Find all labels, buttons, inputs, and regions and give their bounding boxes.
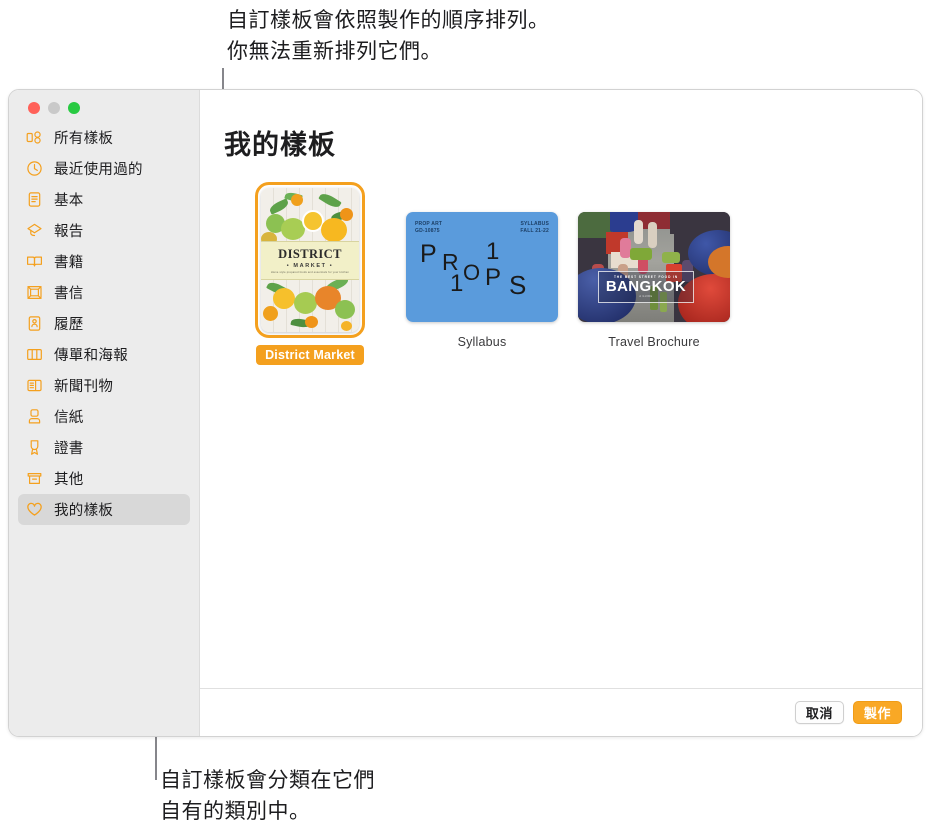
- main-content: 我的樣板 DISTRICT • MARKET • Home style prep…: [200, 90, 922, 736]
- sidebar-item-reports[interactable]: 報告: [18, 215, 190, 246]
- all-templates-icon: [26, 129, 43, 146]
- template-grid: DISTRICT • MARKET • Home style prepared …: [224, 182, 922, 365]
- fruit: [341, 321, 352, 331]
- newsletter-icon: [26, 377, 43, 394]
- sidebar-item-label: 傳單和海報: [54, 348, 128, 364]
- certificate-icon: [26, 439, 43, 456]
- sidebar-item-flyers-posters[interactable]: 傳單和海報: [18, 339, 190, 370]
- template-name-label: District Market: [256, 345, 364, 365]
- person: [648, 222, 657, 248]
- sidebar-item-basic[interactable]: 基本: [18, 184, 190, 215]
- sidebar-item-my-templates[interactable]: 我的樣板: [18, 494, 190, 525]
- banner-tagline: Home style prepared foods and essentials…: [270, 271, 350, 274]
- syllabus-digit: 1: [486, 238, 500, 265]
- syllabus-digit: 1: [450, 270, 464, 297]
- sidebar-item-label: 書籍: [54, 255, 84, 271]
- stationery-icon: [26, 408, 43, 425]
- sidebar-item-books[interactable]: 書籍: [18, 246, 190, 277]
- fruit: [340, 208, 353, 221]
- letter-icon: [26, 284, 43, 301]
- cancel-button[interactable]: 取消: [795, 701, 844, 724]
- fruit: [321, 218, 347, 242]
- sidebar-item-recent[interactable]: 最近使用過的: [18, 153, 190, 184]
- brochure-city: BANGKOK: [605, 278, 687, 295]
- fruit: [291, 194, 303, 206]
- banner-title: DISTRICT: [278, 247, 342, 261]
- template-chooser-window: 所有樣板 最近使用過的 基本 報告 書籍 書信 履歷 傳單和海報 新聞刊物 信紙…: [8, 89, 923, 737]
- banner-subtitle: • MARKET •: [286, 263, 334, 269]
- sidebar-item-label: 基本: [54, 193, 84, 209]
- graduation-cap-icon: [26, 222, 43, 239]
- sidebar-item-label: 新聞刊物: [54, 379, 114, 395]
- template-name-label: Syllabus: [457, 335, 507, 349]
- template-item-syllabus[interactable]: PROP ART GD-10875 SYLLABUS FALL 21-22 P …: [396, 188, 568, 349]
- sidebar-item-resume[interactable]: 履歷: [18, 308, 190, 339]
- flyer-icon: [26, 346, 43, 363]
- template-thumbnail[interactable]: THE BEST STREET FOOD IN BANGKOK A GUIDE: [578, 212, 730, 322]
- template-thumbnail[interactable]: DISTRICT • MARKET • Home style prepared …: [255, 182, 365, 338]
- sidebar-item-certificates[interactable]: 證書: [18, 432, 190, 463]
- sidebar-item-stationery[interactable]: 信紙: [18, 401, 190, 432]
- thumbnail-wrapper: PROP ART GD-10875 SYLLABUS FALL 21-22 P …: [406, 212, 558, 322]
- template-thumbnail[interactable]: PROP ART GD-10875 SYLLABUS FALL 21-22 P …: [406, 212, 558, 322]
- thumbnail-wrapper: THE BEST STREET FOOD IN BANGKOK A GUIDE: [578, 212, 730, 322]
- template-banner: DISTRICT • MARKET • Home style prepared …: [261, 241, 359, 280]
- page-title: 我的樣板: [224, 130, 336, 160]
- zoom-window-button[interactable]: [68, 102, 80, 114]
- fruit: [273, 288, 295, 309]
- fruit: [335, 300, 355, 319]
- template-name-label: Travel Brochure: [608, 335, 700, 349]
- sidebar-item-label: 書信: [54, 286, 84, 302]
- callout-text-bottom: 自訂樣板會分類在它們 自有的類別中。: [160, 769, 375, 823]
- travel-photo-background: THE BEST STREET FOOD IN BANGKOK A GUIDE: [578, 212, 730, 322]
- sidebar-item-label: 履歷: [54, 317, 84, 333]
- city-title-band: THE BEST STREET FOOD IN BANGKOK A GUIDE: [598, 271, 694, 303]
- thumbnail-wrapper: DISTRICT • MARKET • Home style prepared …: [255, 182, 365, 338]
- syllabus-meta-left: PROP ART GD-10875: [415, 221, 443, 234]
- sidebar-item-other[interactable]: 其他: [18, 463, 190, 494]
- syllabus-meta-right: SYLLABUS FALL 21-22: [520, 221, 549, 234]
- syllabus-letter: S: [509, 270, 527, 300]
- sidebar-item-label: 其他: [54, 472, 84, 488]
- template-item-district-market[interactable]: DISTRICT • MARKET • Home style prepared …: [224, 182, 396, 365]
- dialog-footer: 取消 製作: [200, 688, 922, 736]
- clock-icon: [26, 160, 43, 177]
- produce: [630, 248, 652, 260]
- syllabus-letter: P: [420, 240, 437, 268]
- sidebar-item-label: 報告: [54, 224, 84, 240]
- sidebar-item-label: 信紙: [54, 410, 84, 426]
- heart-icon: [26, 501, 43, 518]
- other-icon: [26, 470, 43, 487]
- window-traffic-lights: [28, 102, 80, 114]
- syllabus-letter: P: [485, 264, 502, 291]
- sidebar-item-all-templates[interactable]: 所有樣板: [18, 122, 190, 153]
- sidebar-item-label: 所有樣板: [54, 131, 114, 147]
- template-browser: 我的樣板 DISTRICT • MARKET • Home style prep…: [200, 90, 922, 688]
- fruit: [263, 306, 278, 321]
- fruit: [305, 316, 318, 328]
- person: [634, 220, 643, 244]
- produce: [662, 252, 680, 263]
- sidebar: 所有樣板 最近使用過的 基本 報告 書籍 書信 履歷 傳單和海報 新聞刊物 信紙…: [9, 90, 200, 736]
- resume-icon: [26, 315, 43, 332]
- sidebar-category-list: 所有樣板 最近使用過的 基本 報告 書籍 書信 履歷 傳單和海報 新聞刊物 信紙…: [9, 122, 199, 525]
- sidebar-item-label: 最近使用過的: [54, 162, 143, 178]
- sidebar-item-label: 我的樣板: [54, 503, 114, 519]
- sidebar-item-label: 證書: [54, 441, 84, 457]
- sidebar-item-letters[interactable]: 書信: [18, 277, 190, 308]
- minimize-window-button[interactable]: [48, 102, 60, 114]
- brochure-footer: A GUIDE: [639, 295, 653, 298]
- document-icon: [26, 191, 43, 208]
- sidebar-item-newsletters[interactable]: 新聞刊物: [18, 370, 190, 401]
- fruit: [294, 292, 317, 314]
- create-button[interactable]: 製作: [853, 701, 902, 724]
- book-icon: [26, 253, 43, 270]
- syllabus-background: PROP ART GD-10875 SYLLABUS FALL 21-22 P …: [406, 212, 558, 322]
- close-window-button[interactable]: [28, 102, 40, 114]
- callout-text-top: 自訂樣板會依照製作的順序排列。 你無法重新排列它們。: [227, 9, 550, 63]
- template-item-travel-brochure[interactable]: THE BEST STREET FOOD IN BANGKOK A GUIDE …: [568, 188, 740, 349]
